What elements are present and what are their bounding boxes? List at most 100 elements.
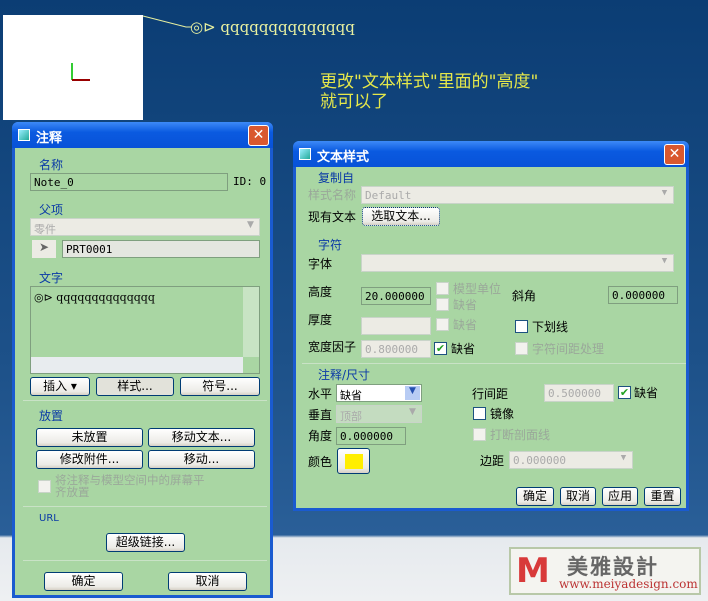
- symbol-button[interactable]: 符号...: [180, 377, 260, 396]
- close-icon[interactable]: ✕: [248, 125, 269, 146]
- line-spacing-label: 行间距: [472, 387, 509, 401]
- parent-type-select[interactable]: 零件 ▼: [30, 218, 260, 236]
- reset-button[interactable]: 重置: [644, 487, 681, 506]
- parent-field[interactable]: PRT0001: [62, 240, 260, 258]
- dialog-title: 注释: [36, 131, 63, 146]
- chevron-down-icon: ▼: [409, 407, 416, 417]
- font-label: 字体: [308, 257, 333, 271]
- url-group-label: URL: [39, 513, 59, 524]
- note-dialog-titlebar[interactable]: 注释 ✕: [12, 122, 273, 148]
- style-button[interactable]: 样式...: [96, 377, 174, 396]
- style-name-value: Default: [365, 189, 412, 202]
- underline-checkbox[interactable]: [515, 320, 528, 333]
- dialog-title: 文本样式: [317, 150, 370, 165]
- mirror-label: 镜像: [490, 407, 515, 421]
- horizontal-scrollbar[interactable]: [31, 357, 243, 373]
- note-dialog: 注释 ✕ 名称 Note_0 ID: 0 父项 零件 ▼ ➤ PRT0001 文字 …: [12, 122, 273, 598]
- hint-line-2: 就可以了: [320, 92, 388, 112]
- move-text-button[interactable]: 移动文本...: [148, 428, 255, 447]
- kerning-checkbox[interactable]: [515, 342, 528, 355]
- chevron-down-icon: ▼: [661, 256, 668, 266]
- hint-line-1: 更改"文本样式"里面的"高度": [320, 72, 539, 92]
- insert-button[interactable]: 插入 ▾: [30, 377, 90, 396]
- cancel-button[interactable]: 取消: [560, 487, 596, 506]
- hint-text: 更改"文本样式"里面的"高度" 就可以了: [320, 72, 538, 112]
- slant-label: 斜角: [512, 289, 537, 303]
- width-factor-label: 宽度因子: [308, 340, 357, 354]
- chevron-down-icon: ▼: [247, 220, 254, 230]
- angle-field[interactable]: 0.000000: [336, 427, 406, 445]
- align-checkbox-label: 将注释与模型空间中的屏幕平齐放置: [55, 473, 205, 499]
- chevron-down-icon: ▼: [620, 453, 627, 463]
- thickness-label: 厚度: [308, 313, 333, 327]
- margin-label: 边距: [480, 454, 505, 468]
- modify-attachment-button[interactable]: 修改附件...: [36, 450, 143, 469]
- line-spacing-field[interactable]: 0.500000: [544, 384, 614, 402]
- width-factor-field[interactable]: 0.800000: [361, 340, 431, 358]
- text-style-dialog: 文本样式 ✕ 复制自 样式名称 Default ▼ 现有文本 选取文本... 字符 …: [293, 141, 689, 511]
- text-style-titlebar[interactable]: 文本样式 ✕: [293, 141, 689, 167]
- unplaced-button[interactable]: 未放置: [36, 428, 143, 447]
- align-checkbox[interactable]: [38, 480, 51, 493]
- select-pointer-icon[interactable]: ➤: [32, 240, 56, 258]
- char-group-label: 字符: [318, 238, 343, 252]
- app-icon: [18, 129, 30, 141]
- horizontal-value: 缺省: [340, 389, 362, 402]
- model-units-label: 模型单位: [453, 282, 502, 296]
- chevron-down-icon: ▼: [405, 386, 420, 400]
- ok-button[interactable]: 确定: [44, 572, 123, 591]
- note-annotation[interactable]: ◎⊳ qqqqqqqqqqqqqq: [190, 18, 355, 36]
- name-field[interactable]: Note_0: [30, 173, 228, 191]
- cancel-button[interactable]: 取消: [168, 572, 247, 591]
- color-button[interactable]: [337, 448, 370, 474]
- line-spacing-default-checkbox[interactable]: ✔: [618, 386, 631, 399]
- color-swatch: [345, 454, 363, 469]
- copy-group-label: 复制自: [318, 171, 355, 185]
- vertical-label: 垂直: [308, 408, 333, 422]
- style-name-select[interactable]: Default ▼: [361, 186, 674, 204]
- thickness-default-label: 缺省: [453, 318, 478, 332]
- existing-text-label: 现有文本: [308, 210, 357, 224]
- vertical-select[interactable]: 顶部 ▼: [336, 405, 422, 423]
- height-field[interactable]: 20.000000: [361, 287, 431, 305]
- text-group-label: 文字: [39, 271, 64, 285]
- style-name-label: 样式名称: [308, 188, 357, 202]
- height-label: 高度: [308, 285, 333, 299]
- close-icon[interactable]: ✕: [664, 144, 685, 165]
- model-viewport[interactable]: [3, 15, 143, 120]
- font-select[interactable]: ▼: [361, 254, 674, 272]
- note-dim-group-label: 注释/尺寸: [318, 368, 371, 382]
- thickness-field[interactable]: [361, 317, 431, 335]
- move-button[interactable]: 移动...: [148, 450, 255, 469]
- slant-field[interactable]: 0.000000: [608, 286, 678, 304]
- logo-m-icon: M: [516, 551, 550, 591]
- axis-x-icon: [72, 79, 90, 81]
- margin-select[interactable]: 0.000000 ▼: [509, 451, 633, 469]
- height-default-label: 缺省: [453, 298, 478, 312]
- apply-button[interactable]: 应用: [602, 487, 638, 506]
- height-default-checkbox[interactable]: [436, 298, 449, 311]
- break-hatch-checkbox[interactable]: [473, 428, 486, 441]
- margin-value: 0.000000: [513, 454, 566, 467]
- id-label: ID: 0: [233, 175, 267, 188]
- color-label: 颜色: [308, 455, 333, 469]
- width-default-checkbox[interactable]: ✔: [434, 342, 447, 355]
- vertical-value: 顶部: [340, 410, 362, 423]
- name-group-label: 名称: [39, 158, 64, 172]
- parent-group-label: 父项: [39, 203, 64, 217]
- angle-label: 角度: [308, 429, 333, 443]
- width-default-label: 缺省: [451, 342, 476, 356]
- kerning-label: 字符间距处理: [532, 342, 605, 356]
- vertical-scrollbar[interactable]: [243, 287, 259, 357]
- select-text-button[interactable]: 选取文本...: [362, 207, 440, 226]
- watermark-logo: M 美雅設計 www.meiyadesign.com: [509, 547, 701, 595]
- model-units-checkbox[interactable]: [436, 282, 449, 295]
- hyperlink-button[interactable]: 超级链接...: [106, 533, 185, 552]
- horizontal-select[interactable]: 缺省 ▼: [336, 384, 422, 402]
- mirror-checkbox[interactable]: [473, 407, 486, 420]
- text-area[interactable]: ◎⊳ qqqqqqqqqqqqqq: [30, 286, 260, 374]
- ok-button[interactable]: 确定: [516, 487, 554, 506]
- thickness-default-checkbox[interactable]: [436, 318, 449, 331]
- horizontal-label: 水平: [308, 387, 333, 401]
- axis-y-icon: [71, 63, 73, 80]
